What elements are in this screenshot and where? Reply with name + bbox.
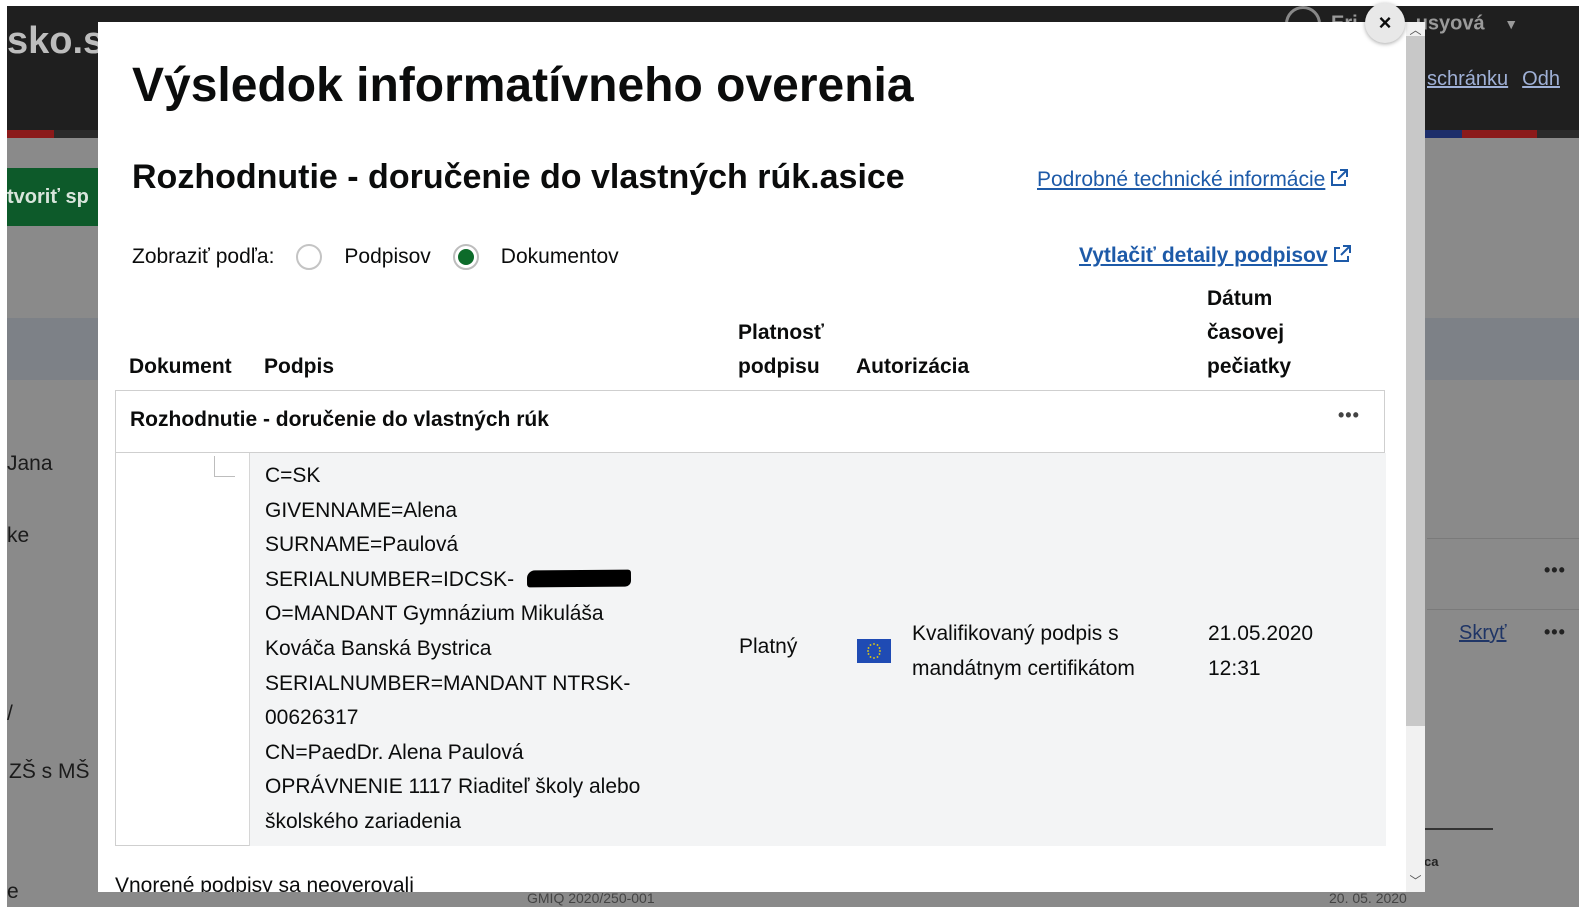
- modal-title: Výsledok informatívneho overenia: [132, 59, 914, 112]
- bg-hide-link[interactable]: Skryť: [1459, 622, 1507, 645]
- signature-subject: C=SK GIVENNAME=Alena SURNAME=Paulová SER…: [265, 459, 640, 840]
- more-options-icon[interactable]: •••: [1338, 405, 1360, 426]
- external-link-icon: [1333, 245, 1351, 262]
- radio-dokumentov[interactable]: [452, 244, 479, 270]
- view-by-selector: Zobraziť podľa: Podpisov Dokumentov: [132, 244, 619, 270]
- scroll-down-icon[interactable]: ﹀: [1407, 874, 1424, 888]
- bg-divider: [1423, 828, 1493, 830]
- signature-line: GIVENNAME=Alena: [265, 498, 457, 522]
- print-details-link[interactable]: Vytlačiť detaily podpisov: [1079, 244, 1352, 268]
- modal-scrollbar-thumb[interactable]: [1406, 36, 1425, 726]
- bg-footer-text: ca: [1424, 854, 1439, 869]
- column-header-dokument: Dokument: [129, 355, 232, 378]
- external-link-icon: [1331, 169, 1349, 186]
- column-header-autorizacia: Autorizácia: [856, 355, 970, 378]
- scroll-up-icon[interactable]: ︿: [1407, 24, 1424, 36]
- redaction-mark: [526, 569, 632, 588]
- nested-signatures-note: Vnorené podpisy sa neoverovali: [115, 874, 414, 892]
- bg-left-item: ZŠ s MŠ: [9, 760, 90, 783]
- signature-line: 00626317: [265, 706, 359, 730]
- bg-inbox-link[interactable]: schránku: [1427, 68, 1508, 90]
- tree-connector: [214, 456, 235, 477]
- document-name: Rozhodnutie - doručenie do vlastných rúk…: [132, 158, 905, 196]
- bg-left-item: ke: [7, 524, 30, 547]
- column-header-datum: Dátum časovej pečiatky: [1207, 287, 1292, 378]
- document-group-title: Rozhodnutie - doručenie do vlastných rúk: [130, 408, 549, 431]
- bg-left-item: /: [7, 702, 13, 725]
- view-by-label: Zobraziť podľa:: [132, 245, 275, 268]
- signature-line: C=SK: [265, 464, 321, 487]
- chevron-down-icon: ▼: [1504, 16, 1519, 33]
- signature-line: školského zariadenia: [265, 809, 462, 833]
- bg-header-links: schránku Odh: [1427, 68, 1574, 91]
- signature-line: CN=PaedDr. Alena Paulová: [265, 740, 524, 764]
- signature-row: C=SK GIVENNAME=Alena SURNAME=Paulová SER…: [249, 453, 1386, 846]
- bg-logout-link[interactable]: Odh: [1522, 68, 1560, 90]
- verification-modal: ︿ ﹀ Výsledok informatívneho overenia Roz…: [98, 22, 1425, 892]
- column-header-podpis: Podpis: [264, 355, 335, 378]
- bg-left-item: e: [7, 880, 19, 903]
- signature-line: O=MANDANT Gymnázium Mikuláša: [265, 602, 604, 626]
- bg-footer-code: GMIQ 2020/250-001: [527, 890, 655, 906]
- signature-line: SURNAME=Paulová: [265, 533, 459, 557]
- signature-authorization: Kvalifikovaný podpis s mandátnym certifi…: [912, 622, 1135, 680]
- bg-left-item: Jana: [7, 452, 53, 475]
- signature-line: SERIALNUMBER=MANDANT NTRSK-: [265, 671, 631, 695]
- signature-table: Rozhodnutie - doručenie do vlastných rúk…: [115, 390, 1386, 846]
- timestamp-date: 21.05.2020 12:31: [1208, 622, 1314, 680]
- bg-create-button[interactable]: tvoriť sp: [7, 168, 99, 226]
- bg-row-menu-icon[interactable]: •••: [1544, 622, 1566, 643]
- column-header-platnost: Platnosť podpisu: [738, 321, 824, 378]
- radio-podpisov[interactable]: [296, 244, 323, 270]
- tech-info-link[interactable]: Podrobné technické informácie: [1037, 168, 1349, 192]
- document-group-row: Rozhodnutie - doručenie do vlastných rúk…: [116, 391, 1384, 453]
- bg-footer-date: 20. 05. 2020: [1329, 890, 1407, 906]
- bg-row-menu-icon[interactable]: •••: [1544, 560, 1566, 581]
- close-button[interactable]: ×: [1365, 3, 1405, 43]
- bg-logo: sko.s: [7, 20, 105, 62]
- signature-validity: Platný: [739, 635, 798, 658]
- radio-label-podpisov[interactable]: Podpisov: [344, 245, 430, 269]
- eu-flag-icon: [857, 639, 891, 663]
- signature-line: OPRÁVNENIE 1117 Riaditeľ školy alebo: [265, 775, 641, 799]
- signature-line: Kováča Banská Bystrica: [265, 636, 492, 660]
- radio-label-dokumentov[interactable]: Dokumentov: [501, 245, 619, 269]
